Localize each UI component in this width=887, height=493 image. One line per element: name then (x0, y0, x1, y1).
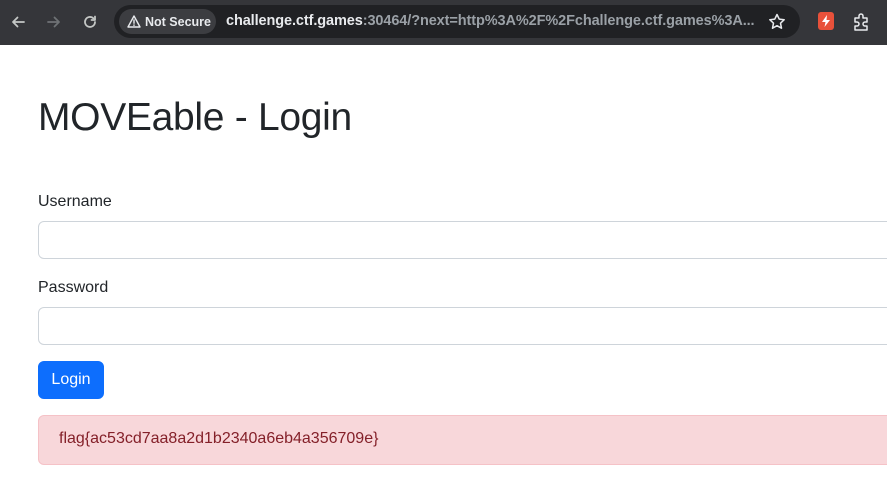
password-label: Password (38, 279, 109, 296)
forward-arrow-icon (47, 16, 60, 28)
lightning-icon (822, 15, 830, 27)
username-input[interactable] (38, 221, 887, 259)
url-path: :30464/?next=http%3A%2F%2Fchallenge.ctf.… (362, 13, 755, 29)
reload-button[interactable] (78, 10, 102, 34)
back-button[interactable] (6, 10, 30, 34)
password-input[interactable] (38, 307, 887, 345)
back-arrow-icon (12, 16, 25, 28)
star-icon[interactable] (766, 11, 788, 33)
flag-alert: flag{ac53cd7aa8a2d1b2340a6eb4a356709e} (38, 415, 887, 465)
address-bar[interactable]: Not Secure challenge.ctf.games:30464/?ne… (114, 5, 800, 38)
browser-toolbar: Not Secure challenge.ctf.games:30464/?ne… (0, 0, 887, 45)
reload-icon (84, 15, 96, 28)
url-text[interactable]: challenge.ctf.games:30464/?next=http%3A%… (226, 13, 756, 29)
username-label: Username (38, 193, 112, 210)
puzzle-icon[interactable] (851, 11, 873, 33)
url-host: challenge.ctf.games (226, 13, 363, 29)
security-label: Not Secure (145, 14, 211, 29)
warning-icon (127, 15, 141, 28)
forward-button[interactable] (42, 10, 66, 34)
login-button[interactable]: Login (38, 361, 104, 399)
security-chip[interactable]: Not Secure (119, 9, 216, 34)
page-title: MOVEable - Login (38, 96, 352, 139)
extension-icon[interactable] (818, 12, 834, 30)
